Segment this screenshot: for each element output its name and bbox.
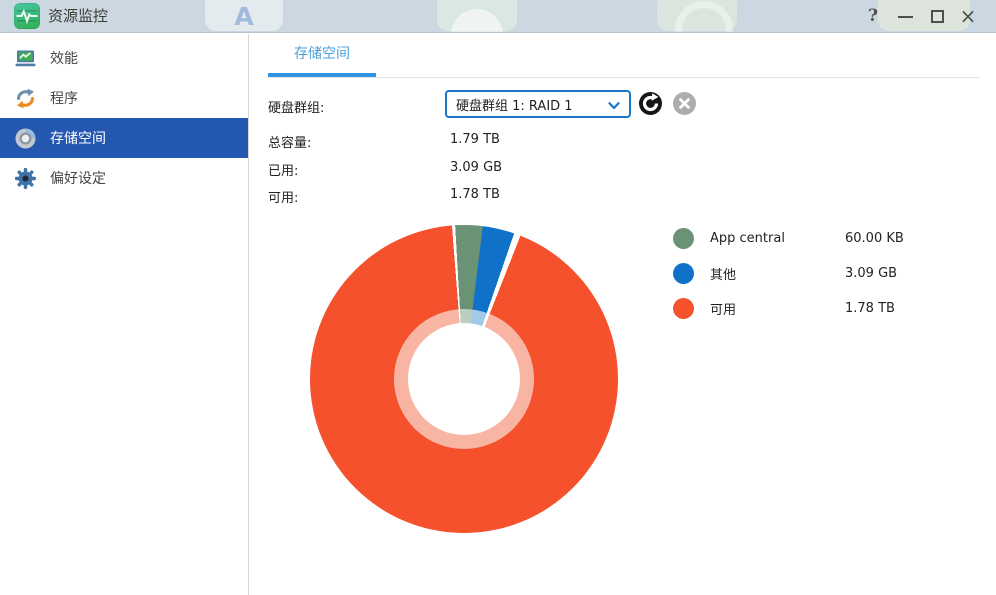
donut-hole: [408, 323, 520, 435]
sidebar-item-label: 程序: [50, 88, 78, 108]
background-app-icon: A: [205, 0, 283, 31]
background-app-icon: [437, 0, 517, 31]
legend-dot-blue: [673, 263, 694, 284]
legend-label: 可用: [710, 299, 845, 318]
legend-value: 1.78 TB: [845, 301, 895, 316]
used-label: 已用:: [268, 160, 298, 179]
free-label: 可用:: [268, 187, 298, 206]
legend-item-app-central: App central 60.00 KB: [673, 221, 904, 256]
volume-group-label: 硬盘群组:: [268, 97, 324, 116]
background-app-icon: [657, 0, 737, 31]
sidebar-item-processes[interactable]: 程序: [0, 78, 248, 118]
refresh-icon: [639, 103, 662, 118]
minimize-button[interactable]: [890, 0, 920, 33]
legend-label: 其他: [710, 264, 845, 283]
performance-monitor-icon: [14, 47, 37, 70]
resource-monitor-window: A 资源监控 ? × 效: [0, 0, 996, 595]
close-button[interactable]: ×: [953, 0, 983, 33]
clear-selection-button[interactable]: [673, 92, 696, 115]
clear-circle-icon: [673, 103, 696, 118]
legend-item-other: 其他 3.09 GB: [673, 256, 904, 291]
sidebar-item-performance[interactable]: 效能: [0, 38, 248, 78]
window-title: 资源监控: [48, 0, 108, 33]
total-capacity-label: 总容量:: [268, 132, 311, 151]
legend-value: 60.00 KB: [845, 231, 904, 246]
main-content: 存储空间 硬盘群组: 硬盘群组 1: RAID 1: [250, 34, 996, 595]
storage-donut-chart: [310, 225, 618, 533]
used-value: 3.09 GB: [450, 160, 502, 175]
maximize-icon: [931, 10, 944, 23]
sidebar: 效能 程序 存储空间: [0, 34, 249, 595]
tab-divider: [268, 77, 980, 78]
legend-dot-green: [673, 228, 694, 249]
settings-gear-icon: [14, 167, 37, 190]
processes-sync-icon: [14, 87, 37, 110]
legend-value: 3.09 GB: [845, 266, 897, 281]
resource-monitor-app-icon: [14, 3, 40, 29]
storage-donut-icon: [14, 127, 37, 150]
maximize-button[interactable]: [922, 0, 952, 33]
legend-dot-orange: [673, 298, 694, 319]
sidebar-item-label: 存储空间: [50, 128, 106, 148]
free-value: 1.78 TB: [450, 187, 500, 202]
refresh-button[interactable]: [639, 92, 662, 115]
sidebar-item-preferences[interactable]: 偏好设定: [0, 158, 248, 198]
minimize-icon: [898, 16, 913, 18]
sidebar-item-storage[interactable]: 存储空间: [0, 118, 248, 158]
tab-storage-space[interactable]: 存储空间: [268, 43, 376, 69]
sidebar-item-label: 偏好设定: [50, 168, 106, 188]
help-button[interactable]: ?: [858, 0, 888, 33]
total-capacity-value: 1.79 TB: [450, 132, 500, 147]
volume-group-select[interactable]: 硬盘群组 1: RAID 1: [445, 90, 631, 118]
chevron-down-icon: [608, 95, 620, 114]
volume-group-selected-value: 硬盘群组 1: RAID 1: [456, 95, 608, 114]
sidebar-item-label: 效能: [50, 48, 78, 68]
titlebar: A 资源监控 ? ×: [0, 0, 996, 33]
chart-legend: App central 60.00 KB 其他 3.09 GB 可用 1.78 …: [673, 221, 904, 326]
legend-item-free: 可用 1.78 TB: [673, 291, 904, 326]
legend-label: App central: [710, 231, 845, 246]
